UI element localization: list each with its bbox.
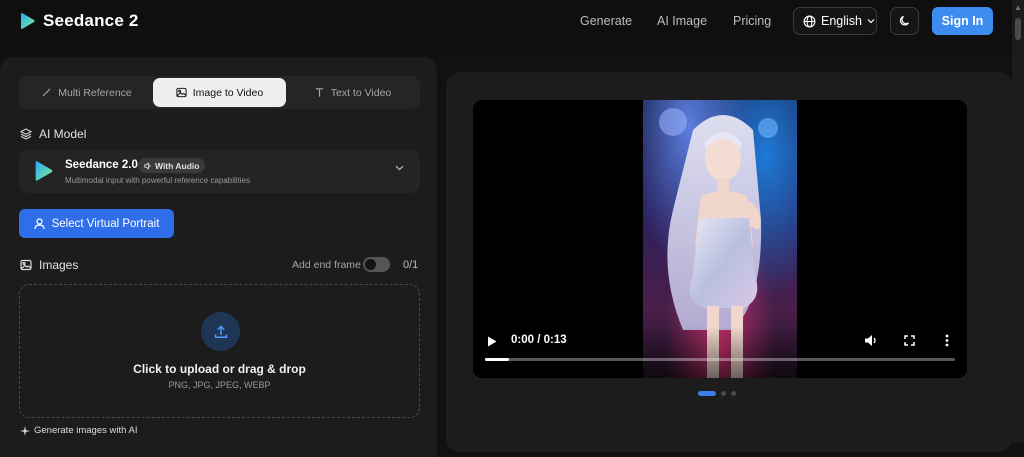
user-icon (33, 217, 45, 229)
generator-panel: Multi Reference Image to Video Text to V… (0, 57, 437, 457)
chevron-down-icon (395, 165, 404, 171)
chevron-down-icon (867, 19, 875, 24)
button-label: Select Virtual Portrait (51, 217, 160, 230)
carousel-dot[interactable] (731, 391, 736, 396)
model-name: Seedance 2.0 (65, 159, 138, 171)
select-virtual-portrait-button[interactable]: Select Virtual Portrait (19, 209, 174, 238)
nav-generate[interactable]: Generate (580, 14, 632, 28)
toggle-knob (365, 259, 376, 270)
tab-multi-reference[interactable]: Multi Reference (21, 78, 152, 107)
section-title: AI Model (39, 127, 87, 141)
globe-icon (803, 15, 816, 27)
page-scrollbar[interactable] (1012, 0, 1024, 443)
image-icon (176, 87, 187, 98)
generate-images-with-ai-link[interactable]: Generate images with AI (20, 425, 138, 436)
image-count: 0/1 (403, 259, 419, 271)
sparkle-icon (20, 425, 30, 436)
seedance-model-icon (35, 161, 53, 181)
layers-icon (20, 128, 32, 140)
ai-model-heading: AI Model (20, 127, 86, 141)
add-end-frame-label: Add end frame (292, 259, 361, 271)
carousel-dot[interactable] (721, 391, 726, 396)
upload-button[interactable] (201, 312, 240, 351)
video-player[interactable]: 0:00 / 0:13 (473, 100, 967, 378)
tab-image-to-video[interactable]: Image to Video (153, 78, 286, 107)
image-icon (20, 259, 32, 271)
tab-label: Image to Video (192, 86, 264, 99)
section-title: Images (39, 258, 79, 272)
text-icon (315, 88, 323, 97)
video-progress-bar[interactable] (485, 358, 955, 361)
carousel-dot[interactable] (698, 391, 716, 396)
end-frame-toggle[interactable] (363, 257, 390, 272)
link-label: Generate images with AI (34, 425, 138, 436)
more-options-icon[interactable] (945, 334, 949, 347)
model-selector[interactable]: Seedance 2.0 With Audio Multimodal input… (19, 150, 420, 193)
play-icon[interactable] (487, 336, 497, 347)
image-upload-dropzone[interactable]: Click to upload or drag & drop PNG, JPG,… (19, 284, 420, 418)
speaker-icon (144, 161, 151, 170)
model-description: Multimodal input with powerful reference… (65, 176, 250, 185)
fullscreen-icon[interactable] (904, 335, 915, 346)
upload-title: Click to upload or drag & drop (133, 362, 306, 376)
scroll-up-arrow-icon[interactable]: ▲ (1013, 3, 1023, 13)
mode-tabs: Multi Reference Image to Video Text to V… (19, 76, 420, 109)
images-heading: Images (20, 258, 78, 272)
brand-logo[interactable]: Seedance 2 (18, 11, 139, 31)
theme-toggle-button[interactable] (890, 7, 919, 35)
video-time: 0:00 / 0:13 (511, 334, 567, 346)
nav-ai-image[interactable]: AI Image (657, 14, 707, 28)
magic-wand-icon (42, 87, 51, 97)
language-selector[interactable]: English (793, 7, 877, 35)
scrollbar-thumb[interactable] (1015, 18, 1021, 40)
upload-formats: PNG, JPG, JPEG, WEBP (168, 380, 271, 390)
volume-icon[interactable] (864, 334, 878, 347)
brand-name: Seedance 2 (43, 11, 139, 30)
upload-icon (214, 324, 227, 338)
tab-label: Text to Video (330, 86, 392, 99)
tab-text-to-video[interactable]: Text to Video (287, 78, 418, 107)
with-audio-badge: With Audio (138, 158, 206, 173)
language-label: English (821, 14, 862, 28)
top-navigation-bar: Seedance 2 Generate AI Image Pricing Eng… (0, 0, 1024, 54)
preview-panel: 0:00 / 0:13 (446, 72, 1012, 452)
carousel-pagination (698, 391, 736, 396)
nav-pricing[interactable]: Pricing (733, 14, 771, 28)
moon-icon (899, 15, 909, 26)
seedance-logo-icon (21, 13, 35, 29)
tab-label: Multi Reference (58, 86, 132, 99)
sign-in-button[interactable]: Sign In (932, 7, 993, 35)
badge-label: With Audio (155, 160, 200, 171)
progress-fill (485, 358, 509, 361)
